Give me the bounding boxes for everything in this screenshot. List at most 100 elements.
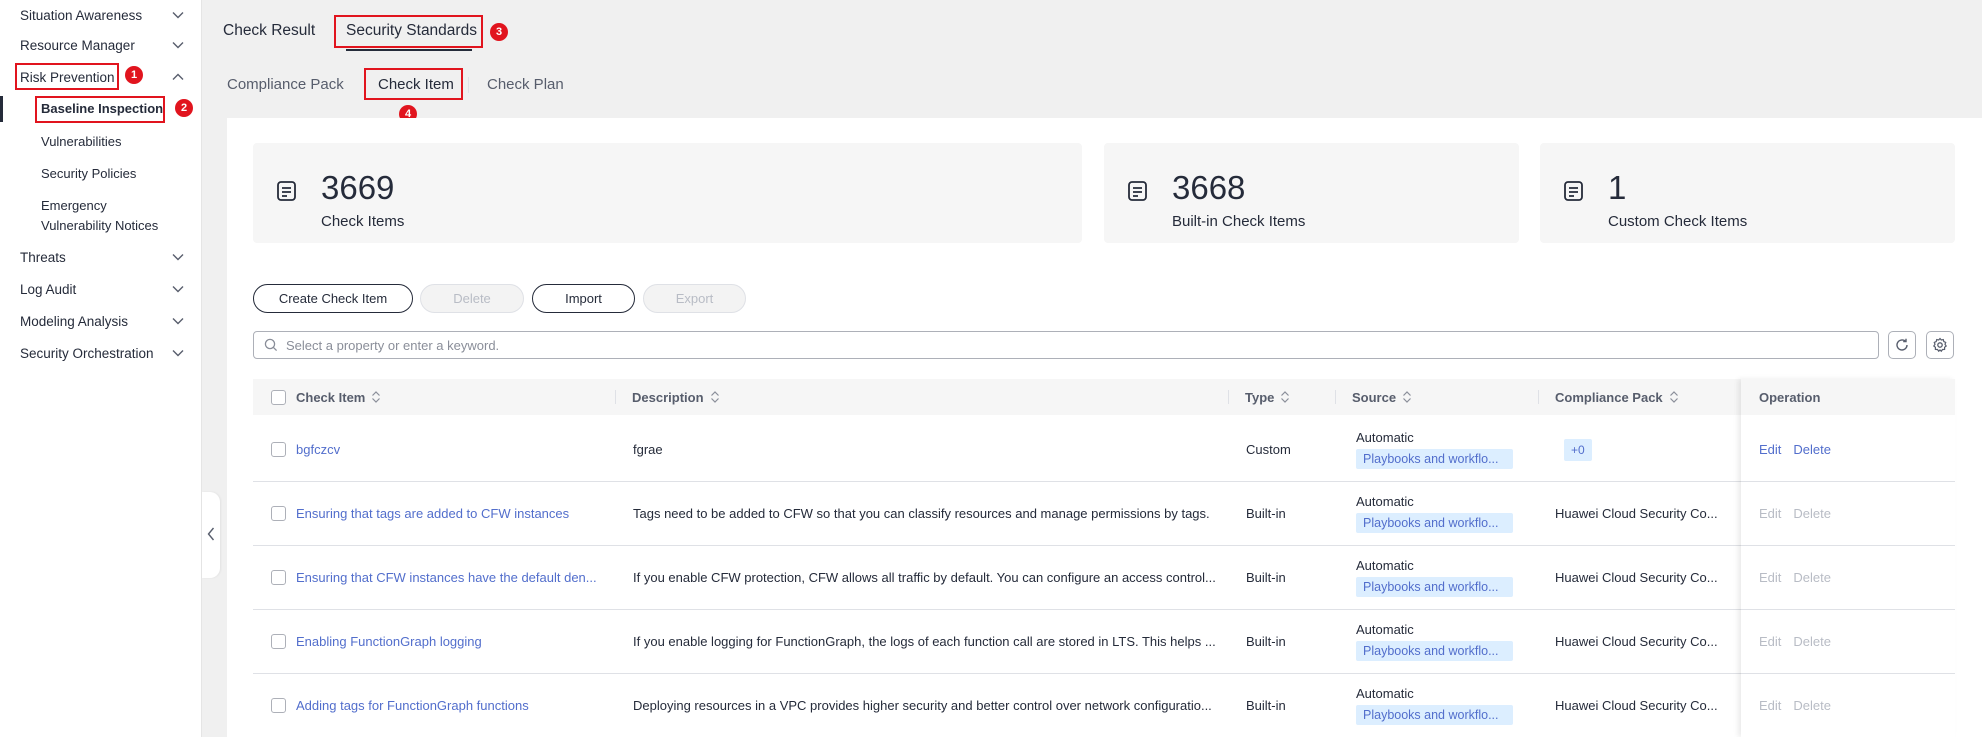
active-tab-underline: [346, 49, 472, 51]
check-item-link[interactable]: Ensuring that tags are added to CFW inst…: [296, 482, 616, 545]
edit-link[interactable]: Edit: [1759, 634, 1781, 649]
chevron-up-icon: [171, 70, 185, 84]
source-tag: Playbooks and workflo...: [1356, 705, 1513, 725]
check-item-link[interactable]: Adding tags for FunctionGraph functions: [296, 674, 616, 737]
document-icon: [277, 181, 296, 201]
nav-log-audit[interactable]: Log Audit: [20, 276, 185, 302]
nav-label: Log Audit: [20, 281, 77, 297]
tab-check-result[interactable]: Check Result: [223, 22, 315, 40]
stat-value: 3668: [1172, 169, 1246, 206]
compliance-pack-count-tag[interactable]: +0: [1564, 438, 1592, 461]
edit-link[interactable]: Edit: [1759, 698, 1781, 713]
chevron-down-icon: [171, 250, 185, 264]
delete-link[interactable]: Delete: [1793, 634, 1831, 649]
annotation-badge: 3: [490, 23, 508, 41]
stat-value: 3669: [321, 169, 395, 206]
refresh-button[interactable]: [1888, 331, 1916, 359]
chevron-down-icon: [171, 38, 185, 52]
gear-icon: [1932, 337, 1948, 353]
column-header-source[interactable]: Source: [1352, 379, 1412, 415]
nav-emergency-vulnerability-notices[interactable]: Emergency Vulnerability Notices: [41, 198, 158, 233]
sort-icon: [1281, 391, 1290, 403]
compliance-pack-cell: +0: [1564, 418, 1592, 481]
search-icon: [264, 338, 278, 352]
column-header-check-item[interactable]: Check Item: [296, 379, 381, 415]
source-cell: Automatic Playbooks and workflo...: [1356, 674, 1513, 737]
sort-icon: [1403, 391, 1412, 403]
column-separator: [1538, 390, 1539, 404]
create-check-item-button[interactable]: Create Check Item: [253, 284, 413, 313]
select-all-checkbox[interactable]: [271, 379, 286, 415]
check-item-link[interactable]: Enabling FunctionGraph logging: [296, 610, 616, 673]
search-input[interactable]: [286, 337, 1786, 353]
check-item-link[interactable]: bgfczcv: [296, 418, 616, 481]
compliance-pack-cell: Huawei Cloud Security Co...: [1555, 570, 1718, 585]
import-button[interactable]: Import: [532, 284, 635, 313]
row-checkbox[interactable]: [271, 482, 286, 545]
row-checkbox[interactable]: [271, 674, 286, 737]
edit-link[interactable]: Edit: [1759, 570, 1781, 585]
description-cell: Deploying resources in a VPC provides hi…: [633, 698, 1212, 713]
source-tag: Playbooks and workflo...: [1356, 449, 1513, 469]
delete-link[interactable]: Delete: [1793, 698, 1831, 713]
row-checkbox[interactable]: [271, 546, 286, 609]
delete-link[interactable]: Delete: [1793, 570, 1831, 585]
nav-threats[interactable]: Threats: [20, 244, 185, 270]
sort-icon: [1669, 391, 1678, 403]
type-cell: Built-in: [1246, 570, 1286, 585]
table-row: Ensuring that CFW instances have the def…: [253, 546, 1955, 610]
column-header-compliance-pack[interactable]: Compliance Pack: [1555, 379, 1679, 415]
nav-label: Vulnerability Notices: [41, 218, 159, 233]
nav-security-orchestration[interactable]: Security Orchestration: [20, 340, 185, 366]
chevron-left-icon: [207, 527, 215, 544]
column-separator: [1228, 390, 1229, 404]
description-cell: Tags need to be added to CFW so that you…: [633, 506, 1210, 521]
nav-security-policies[interactable]: Security Policies: [41, 166, 136, 181]
column-header-type[interactable]: Type: [1245, 379, 1290, 415]
sort-icon: [710, 391, 719, 403]
type-cell: Custom: [1246, 442, 1291, 457]
row-checkbox[interactable]: [271, 418, 286, 481]
delete-button[interactable]: Delete: [420, 284, 524, 313]
nav-modeling-analysis[interactable]: Modeling Analysis: [20, 308, 185, 334]
row-checkbox[interactable]: [271, 610, 286, 673]
tab-compliance-pack[interactable]: Compliance Pack: [227, 76, 344, 93]
source-cell: Automatic Playbooks and workflo...: [1356, 546, 1513, 609]
chevron-down-icon: [171, 8, 185, 22]
compliance-pack-cell: Huawei Cloud Security Co...: [1555, 698, 1718, 713]
description-cell: fgrae: [633, 442, 663, 457]
nav-situation-awareness[interactable]: Situation Awareness: [20, 2, 185, 28]
operation-cell: Edit Delete: [1759, 546, 1831, 609]
table-row: Adding tags for FunctionGraph functions …: [253, 674, 1955, 737]
nav-label: Emergency: [41, 198, 107, 213]
operation-cell: Edit Delete: [1759, 418, 1831, 481]
column-separator: [1335, 390, 1336, 404]
stat-label: Built-in Check Items: [1172, 213, 1306, 230]
source-label: Automatic: [1356, 494, 1414, 509]
nav-resource-manager[interactable]: Resource Manager: [20, 32, 185, 58]
column-header-description[interactable]: Description: [632, 379, 720, 415]
column-header-operation: Operation: [1759, 389, 1821, 405]
edit-link[interactable]: Edit: [1759, 442, 1781, 457]
delete-link[interactable]: Delete: [1793, 442, 1831, 457]
table-row: Ensuring that tags are added to CFW inst…: [253, 482, 1955, 546]
refresh-icon: [1896, 338, 1908, 351]
search-box: [253, 331, 1879, 359]
table-row: Enabling FunctionGraph logging If you en…: [253, 610, 1955, 674]
export-button[interactable]: Export: [643, 284, 746, 313]
edit-link[interactable]: Edit: [1759, 506, 1781, 521]
source-tag: Playbooks and workflo...: [1356, 577, 1513, 597]
check-item-link[interactable]: Ensuring that CFW instances have the def…: [296, 546, 616, 609]
collapse-sidebar-handle[interactable]: [202, 492, 220, 578]
tab-check-plan[interactable]: Check Plan: [487, 76, 564, 93]
nav-label: Situation Awareness: [20, 7, 143, 23]
type-cell: Built-in: [1246, 698, 1286, 713]
source-tag: Playbooks and workflo...: [1356, 513, 1513, 533]
source-label: Automatic: [1356, 430, 1414, 445]
type-cell: Built-in: [1246, 506, 1286, 521]
nav-vulnerabilities[interactable]: Vulnerabilities: [41, 134, 121, 149]
stat-card-custom-check-items: 1 Custom Check Items: [1540, 143, 1955, 243]
settings-button[interactable]: [1926, 331, 1954, 359]
delete-link[interactable]: Delete: [1793, 506, 1831, 521]
chevron-down-icon: [171, 314, 185, 328]
